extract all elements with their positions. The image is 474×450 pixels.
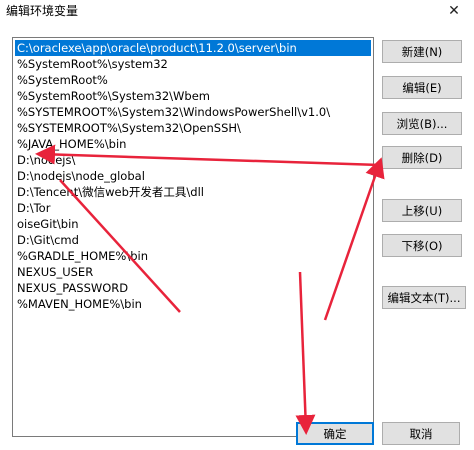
edit-env-variable-dialog: 编辑环境变量 ✕ C:\oraclexe\app\oracle\product\… — [0, 0, 474, 450]
list-item[interactable]: %SYSTEMROOT%\System32\WindowsPowerShell\… — [15, 104, 334, 120]
cancel-button[interactable]: 取消 — [382, 422, 460, 445]
title-bar: 编辑环境变量 ✕ — [0, 0, 474, 22]
list-item[interactable]: %MAVEN_HOME%\bin — [15, 296, 146, 312]
list-item[interactable]: D:\Tor — [15, 200, 54, 216]
list-item[interactable]: %SYSTEMROOT%\System32\OpenSSH\ — [15, 120, 245, 136]
list-item[interactable]: D:\nodejs\node_global — [15, 168, 149, 184]
path-list[interactable]: C:\oraclexe\app\oracle\product\11.2.0\se… — [12, 37, 374, 437]
dialog-title: 编辑环境变量 — [6, 4, 79, 18]
list-item[interactable]: D:\nodejs\ — [15, 152, 79, 168]
list-item[interactable]: D:\Tencent\微信web开发者工具\dll — [15, 184, 208, 200]
list-item[interactable]: NEXUS_PASSWORD — [15, 280, 132, 296]
delete-button[interactable]: 删除(D) — [382, 146, 462, 169]
new-button[interactable]: 新建(N) — [382, 40, 462, 63]
list-item[interactable]: %GRADLE_HOME%\bin — [15, 248, 152, 264]
browse-button[interactable]: 浏览(B)... — [382, 112, 462, 135]
list-item[interactable]: D:\Git\cmd — [15, 232, 83, 248]
move-down-button[interactable]: 下移(O) — [382, 234, 462, 257]
list-item[interactable]: %SystemRoot%\System32\Wbem — [15, 88, 214, 104]
list-item[interactable]: %SystemRoot%\system32 — [15, 56, 172, 72]
list-item[interactable]: oiseGit\bin — [15, 216, 83, 232]
edit-button[interactable]: 编辑(E) — [382, 76, 462, 99]
list-item[interactable]: %SystemRoot% — [15, 72, 112, 88]
list-item[interactable]: NEXUS_USER — [15, 264, 97, 280]
list-item[interactable]: %JAVA_HOME%\bin — [15, 136, 130, 152]
move-up-button[interactable]: 上移(U) — [382, 199, 462, 222]
ok-button[interactable]: 确定 — [296, 422, 374, 445]
close-icon[interactable]: ✕ — [434, 0, 474, 22]
list-item[interactable]: C:\oraclexe\app\oracle\product\11.2.0\se… — [15, 40, 371, 56]
edit-text-button[interactable]: 编辑文本(T)... — [382, 286, 466, 309]
